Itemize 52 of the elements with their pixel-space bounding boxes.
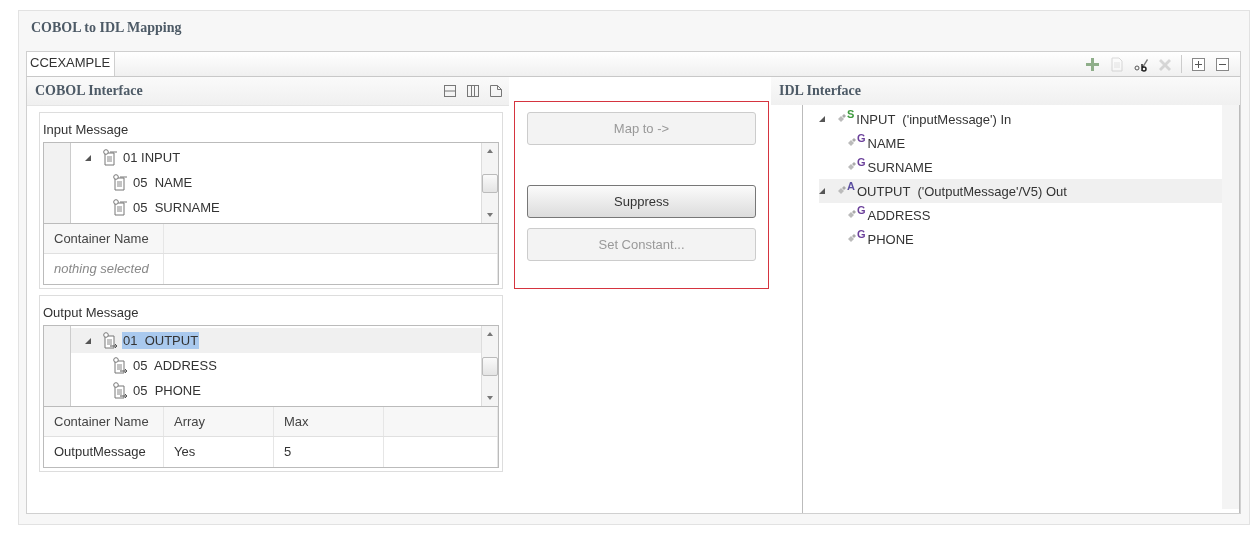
type-letter: G <box>857 228 866 240</box>
type-letter: G <box>857 132 866 144</box>
tree-item[interactable]: 05 NAME <box>132 174 194 191</box>
tree-item[interactable]: PHONE <box>866 230 915 248</box>
table-cell: Yes <box>164 437 274 467</box>
expanded-arrow-icon[interactable] <box>85 337 91 344</box>
table-cell: OutputMessage <box>44 437 164 467</box>
rename-icon[interactable] <box>1133 56 1148 72</box>
output-field-icon <box>101 332 118 349</box>
scrollbar[interactable] <box>481 326 498 406</box>
split-vertical-icon[interactable] <box>466 84 480 98</box>
column-header: Container Name <box>44 407 164 436</box>
add-icon[interactable] <box>1085 56 1100 72</box>
placeholder-text: nothing selected <box>44 254 164 284</box>
tab[interactable]: CCEXAMPLE <box>27 52 116 76</box>
action-button[interactable]: Suppress <box>527 185 756 218</box>
type-letter: G <box>857 156 866 168</box>
tree-item[interactable]: 05 ADDRESS <box>132 357 218 374</box>
input-field-icon <box>111 199 128 216</box>
type-letter: A <box>847 180 855 192</box>
collapse-all-icon[interactable] <box>1215 56 1230 72</box>
group-title: Output Message <box>43 304 140 322</box>
tree-item[interactable]: ADDRESS <box>866 206 932 224</box>
tree-item[interactable]: INPUT ('inputMessage') In <box>855 110 1013 128</box>
window-title: COBOL to IDL Mapping <box>30 19 183 37</box>
section-title: COBOL Interface <box>35 83 143 99</box>
expanded-arrow-icon[interactable] <box>85 154 91 161</box>
column-header: Array <box>164 407 274 436</box>
input-field-icon <box>101 149 118 166</box>
tree-item[interactable]: NAME <box>866 134 907 152</box>
section-title: IDL Interface <box>779 83 862 99</box>
type-letter: S <box>847 108 855 120</box>
tree-item[interactable]: 01 INPUT <box>122 149 182 166</box>
input-field-icon <box>111 174 128 191</box>
tree-item[interactable]: OUTPUT ('OutputMessage'/V5) Out <box>855 182 1068 200</box>
column-header: Max <box>274 407 384 436</box>
output-field-icon <box>111 382 128 399</box>
maximize-icon[interactable] <box>489 84 503 98</box>
tree-item[interactable]: 05 SURNAME <box>132 199 221 216</box>
expanded-arrow-icon[interactable] <box>819 188 825 194</box>
type-letter: G <box>857 204 866 216</box>
tree-item[interactable]: SURNAME <box>866 158 934 176</box>
expanded-arrow-icon[interactable] <box>819 116 825 122</box>
column-header: Container Name <box>44 224 164 253</box>
table-cell: 5 <box>274 437 384 467</box>
expand-all-icon[interactable] <box>1191 56 1206 72</box>
group-title: Input Message <box>43 121 130 139</box>
tree-item[interactable]: 01 OUTPUT <box>122 332 200 349</box>
split-horizontal-icon[interactable] <box>443 84 457 98</box>
tree-item[interactable]: 05 PHONE <box>132 382 202 399</box>
scrollbar[interactable] <box>481 143 498 223</box>
output-field-icon <box>111 357 128 374</box>
